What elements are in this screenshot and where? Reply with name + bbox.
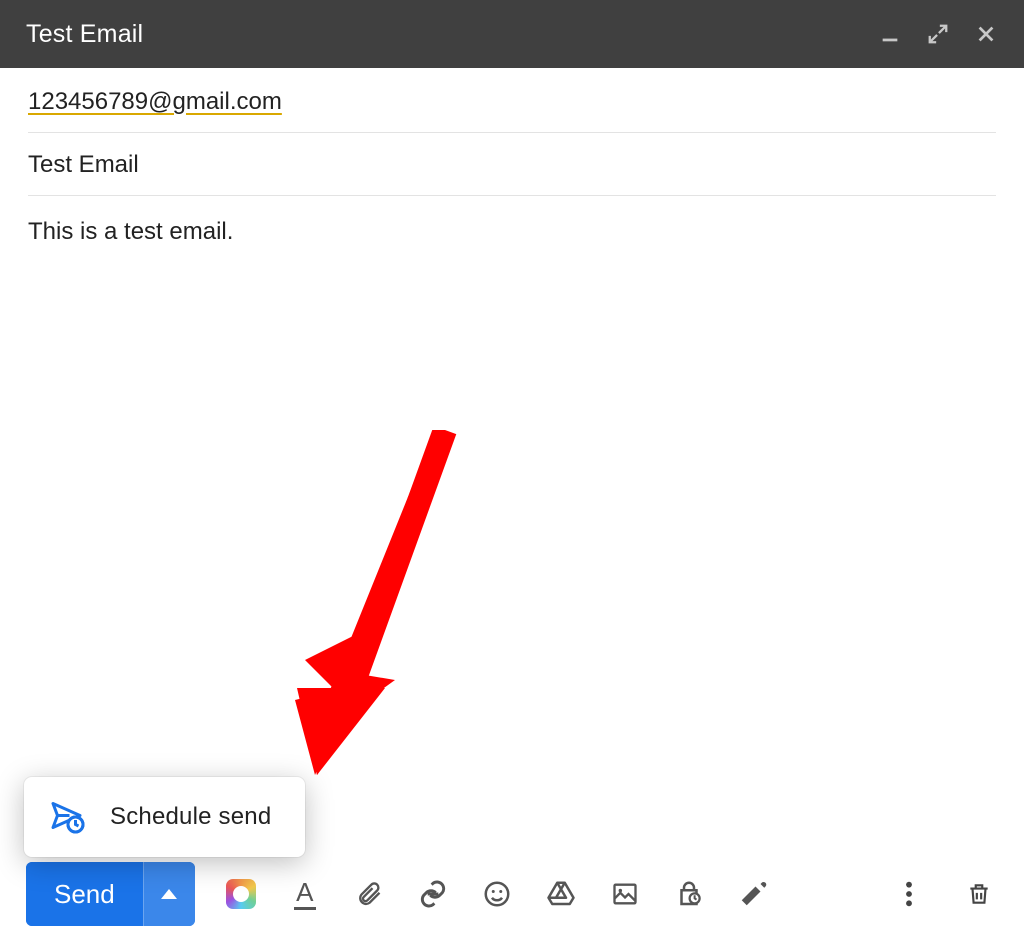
- caret-up-icon: [161, 889, 177, 899]
- style-suggestions-icon[interactable]: [223, 876, 259, 912]
- expand-icon[interactable]: [926, 22, 950, 46]
- compose-footer: Send A: [0, 859, 1024, 929]
- insert-link-icon[interactable]: [415, 876, 451, 912]
- discard-draft-icon[interactable]: [962, 877, 996, 911]
- body-text: This is a test email.: [28, 218, 233, 245]
- insert-signature-icon[interactable]: [735, 876, 771, 912]
- send-button-group: Send: [26, 862, 195, 926]
- compose-header: Test Email: [0, 0, 1024, 68]
- recipients-field[interactable]: 123456789@gmail.com: [28, 68, 996, 133]
- insert-photo-icon[interactable]: [607, 876, 643, 912]
- message-body[interactable]: This is a test email.: [0, 196, 1024, 756]
- compose-window: Test Email 123456789@gmail.com Te: [0, 0, 1024, 945]
- window-controls: [878, 22, 998, 46]
- insert-emoji-icon[interactable]: [479, 876, 515, 912]
- subject-value: Test Email: [28, 151, 139, 179]
- formatting-options-icon[interactable]: A: [287, 876, 323, 912]
- compose-title: Test Email: [26, 20, 143, 49]
- send-button[interactable]: Send: [26, 862, 143, 926]
- attach-file-icon[interactable]: [351, 876, 387, 912]
- minimize-icon[interactable]: [878, 22, 902, 46]
- schedule-send-menu-item[interactable]: Schedule send: [24, 777, 305, 857]
- more-send-options-button[interactable]: [143, 862, 195, 926]
- formatting-toolbar: A: [223, 876, 771, 912]
- insert-drive-file-icon[interactable]: [543, 876, 579, 912]
- more-options-icon[interactable]: [892, 877, 926, 911]
- recipient-chip[interactable]: 123456789@gmail.com: [28, 88, 282, 116]
- subject-field[interactable]: Test Email: [28, 133, 996, 196]
- schedule-send-icon: [50, 799, 86, 835]
- schedule-send-label: Schedule send: [110, 803, 271, 831]
- close-icon[interactable]: [974, 22, 998, 46]
- compose-fields: 123456789@gmail.com Test Email: [0, 68, 1024, 196]
- confidential-mode-icon[interactable]: [671, 876, 707, 912]
- footer-right-controls: [892, 877, 996, 911]
